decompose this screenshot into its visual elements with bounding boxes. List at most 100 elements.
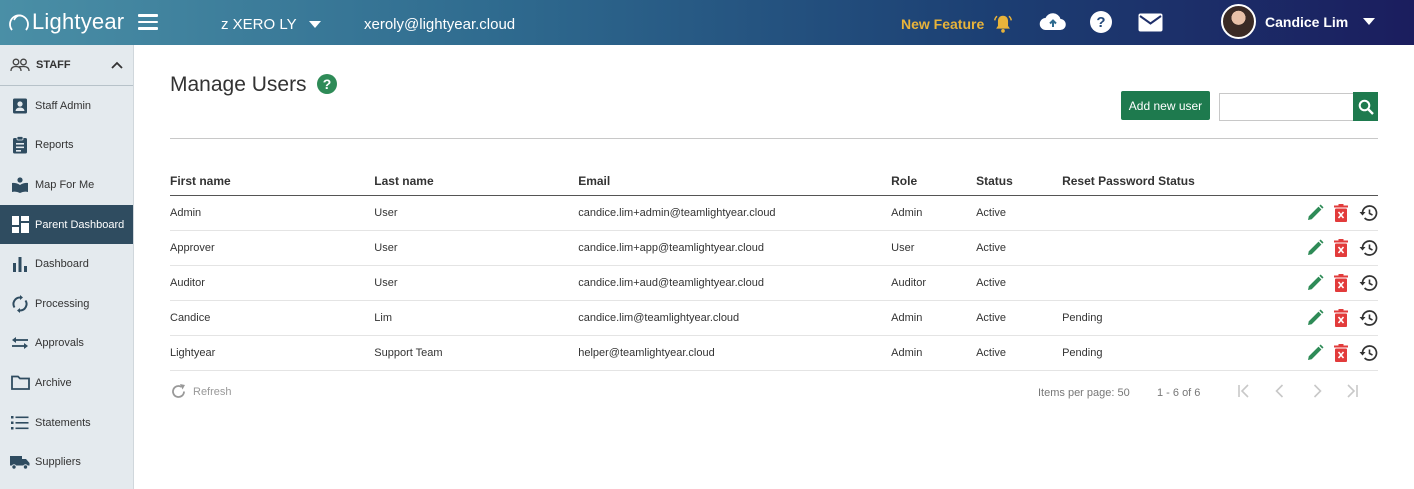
column-header-role[interactable]: Role xyxy=(891,167,977,196)
cell-role: Auditor xyxy=(891,265,977,301)
sidebar-item-suppliers[interactable]: Suppliers xyxy=(0,442,133,482)
pagination-range: 1 - 6 of 6 xyxy=(1157,387,1201,399)
sidebar-item-staff-admin[interactable]: Staff Admin xyxy=(0,86,133,126)
refresh-button[interactable]: Refresh xyxy=(170,383,232,400)
user-name: Candice Lim xyxy=(1265,13,1349,30)
people-icon xyxy=(10,58,30,72)
sidebar-item-approvals[interactable]: Approvals xyxy=(0,324,133,364)
sidebar-item-parent-dashboard[interactable]: Parent Dashboard xyxy=(0,204,133,245)
search-button[interactable] xyxy=(1353,92,1378,121)
truck-icon xyxy=(10,452,30,472)
history-icon[interactable] xyxy=(1358,204,1378,222)
sidebar-item-archive[interactable]: Archive xyxy=(0,363,133,403)
first-page-icon[interactable] xyxy=(1236,383,1252,404)
column-header-status[interactable]: Status xyxy=(976,167,1063,196)
items-per-page[interactable]: Items per page: 50 xyxy=(1038,387,1130,399)
add-new-user-button[interactable]: Add new user xyxy=(1121,91,1210,120)
table-row: Auditor User candice.lim+aud@teamlightyear… xyxy=(170,265,1378,301)
table-row: Admin User candice.lim+admin@teamlightyear… xyxy=(170,195,1378,231)
cell-first-name: Lightyear xyxy=(170,335,375,371)
refresh-label: Refresh xyxy=(193,385,232,398)
svg-text:?: ? xyxy=(1096,14,1105,31)
cell-first-name: Admin xyxy=(170,195,375,231)
user-menu[interactable]: Candice Lim xyxy=(1221,4,1376,39)
delete-icon[interactable] xyxy=(1333,273,1349,292)
table-header-row: First name Last name Email Role Status R… xyxy=(170,167,1378,196)
edit-icon[interactable] xyxy=(1306,309,1324,327)
column-header-last-name[interactable]: Last name xyxy=(374,167,579,196)
avatar xyxy=(1221,4,1256,39)
sidebar-item-label: Archive xyxy=(35,376,72,389)
new-feature-label: New Feature xyxy=(901,16,985,32)
cloud-upload-icon[interactable] xyxy=(1039,10,1067,39)
edit-icon[interactable] xyxy=(1306,344,1324,362)
column-header-reset-password-status[interactable]: Reset Password Status xyxy=(1062,167,1219,196)
cell-status: Active xyxy=(976,335,1063,371)
table-row: Approver User candice.lim+app@teamlightyea… xyxy=(170,230,1378,266)
history-icon[interactable] xyxy=(1358,309,1378,327)
cell-actions xyxy=(1218,300,1378,336)
edit-icon[interactable] xyxy=(1306,239,1324,257)
cell-status: Active xyxy=(976,195,1063,231)
column-header-email[interactable]: Email xyxy=(578,167,892,196)
search-icon xyxy=(1358,99,1374,115)
sidebar-item-reports[interactable]: Reports xyxy=(0,126,133,166)
organization-selector[interactable]: z XERO LY xyxy=(221,16,321,33)
page-title: Manage Users xyxy=(170,73,307,96)
next-page-icon[interactable] xyxy=(1309,383,1325,404)
history-icon[interactable] xyxy=(1358,344,1378,362)
table-row: Candice Lim candice.lim@teamlightyear.clou… xyxy=(170,300,1378,336)
chevron-up-icon xyxy=(111,61,123,69)
delete-icon[interactable] xyxy=(1333,203,1349,222)
edit-icon[interactable] xyxy=(1306,274,1324,292)
sidebar-item-label: Processing xyxy=(35,297,90,310)
cell-reset-password-status xyxy=(1062,195,1219,231)
cell-first-name: Candice xyxy=(170,300,375,336)
edit-icon[interactable] xyxy=(1306,204,1324,222)
help-icon[interactable]: ? xyxy=(1089,10,1113,39)
sidebar-item-processing[interactable]: Processing xyxy=(0,284,133,324)
cell-last-name: User xyxy=(374,265,579,301)
swap-icon xyxy=(10,333,30,353)
sidebar-item-statements[interactable]: Statements xyxy=(0,403,133,443)
cell-email: helper@teamlightyear.cloud xyxy=(578,335,892,371)
cell-status: Active xyxy=(976,265,1063,301)
logo-text: Lightyear xyxy=(32,9,125,34)
chevron-down-icon xyxy=(1363,18,1376,25)
sidebar-item-label: Parent Dashboard xyxy=(35,218,125,231)
help-icon[interactable]: ? xyxy=(317,74,337,99)
delete-icon[interactable] xyxy=(1333,238,1349,257)
folder-icon xyxy=(10,373,30,393)
history-icon[interactable] xyxy=(1358,239,1378,257)
cell-email: candice.lim@teamlightyear.cloud xyxy=(578,300,892,336)
mail-icon[interactable] xyxy=(1138,13,1163,37)
delete-icon[interactable] xyxy=(1333,343,1349,362)
cell-reset-password-status xyxy=(1062,230,1219,266)
svg-text:?: ? xyxy=(323,76,332,92)
sidebar-section-staff[interactable]: STAFF xyxy=(0,45,133,86)
last-page-icon[interactable] xyxy=(1344,383,1360,404)
cell-last-name: Support Team xyxy=(374,335,579,371)
cell-actions xyxy=(1218,335,1378,371)
history-icon[interactable] xyxy=(1358,274,1378,292)
cell-role: Admin xyxy=(891,195,977,231)
search-input[interactable] xyxy=(1219,93,1355,121)
new-feature-link[interactable]: New Feature xyxy=(901,13,1014,35)
sidebar-item-map-for-me[interactable]: Map For Me xyxy=(0,165,133,205)
cell-last-name: User xyxy=(374,230,579,266)
menu-icon[interactable] xyxy=(138,14,158,30)
delete-icon[interactable] xyxy=(1333,308,1349,327)
cell-email: candice.lim+aud@teamlightyear.cloud xyxy=(578,265,892,301)
cell-role: Admin xyxy=(891,335,977,371)
sidebar-item-label: Suppliers xyxy=(35,456,81,469)
cell-reset-password-status xyxy=(1062,265,1219,301)
cell-first-name: Auditor xyxy=(170,265,375,301)
bar-chart-icon xyxy=(10,254,30,274)
previous-page-icon[interactable] xyxy=(1272,383,1288,404)
cell-last-name: Lim xyxy=(374,300,579,336)
logo[interactable]: Lightyear xyxy=(8,4,124,40)
sidebar-item-label: Map For Me xyxy=(35,178,95,191)
sidebar-item-label: Dashboard xyxy=(35,258,89,271)
sidebar-item-dashboard[interactable]: Dashboard xyxy=(0,244,133,284)
column-header-first-name[interactable]: First name xyxy=(170,167,375,196)
